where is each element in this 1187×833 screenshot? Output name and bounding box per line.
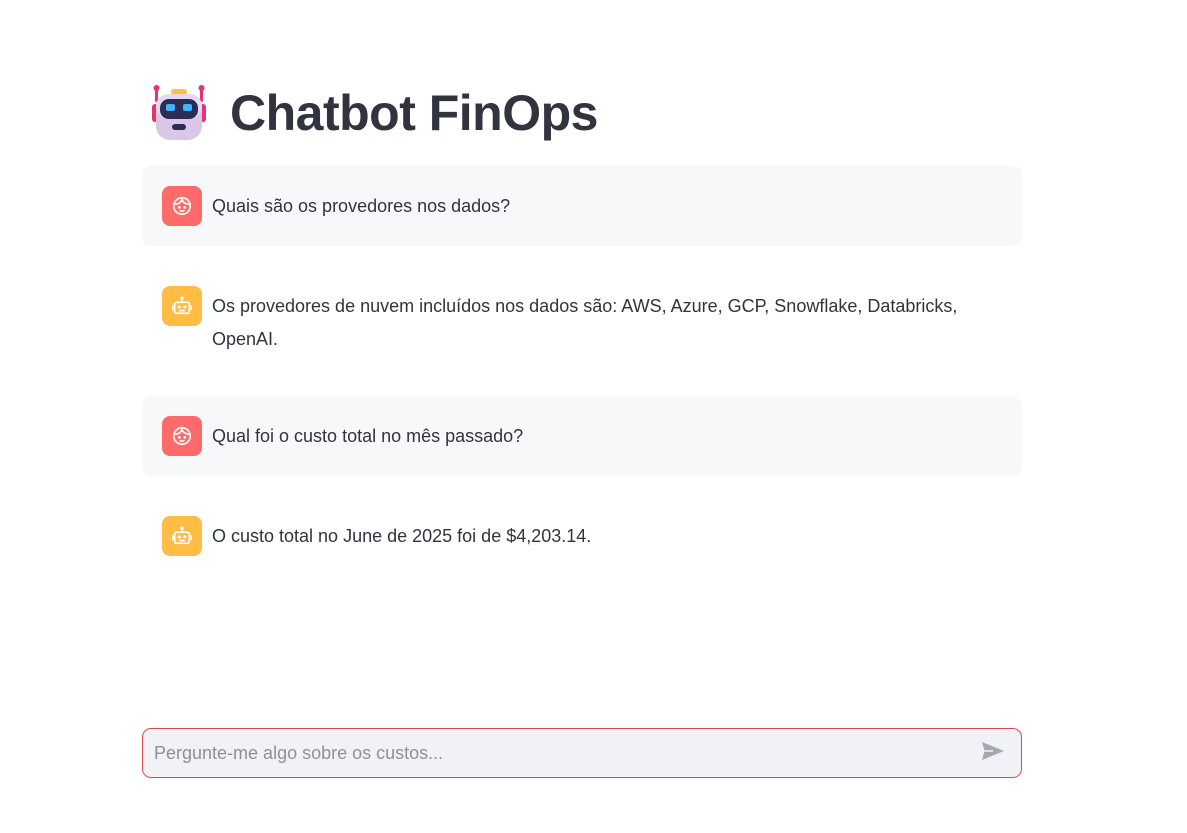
bot-face-icon: [162, 516, 202, 556]
message-text: Os provedores de nuvem incluídos nos dad…: [212, 296, 958, 349]
user-face-icon: [162, 416, 202, 456]
chat-message-user: Quais são os provedores nos dados?: [142, 166, 1022, 246]
robot-face-icon: [150, 84, 208, 142]
title-row: Chatbot FinOps: [150, 82, 598, 144]
message-text: Qual foi o custo total no mês passado?: [212, 426, 524, 446]
bot-face-icon: [162, 286, 202, 326]
chat-messages: Quais são os provedores nos dados? Os pr…: [142, 166, 1022, 596]
chat-message-assistant: Os provedores de nuvem incluídos nos dad…: [142, 246, 1022, 396]
chat-input-container: [142, 728, 1022, 778]
message-text: O custo total no June de 2025 foi de $4,…: [212, 526, 592, 546]
message-text: Quais são os provedores nos dados?: [212, 196, 511, 216]
chat-message-user: Qual foi o custo total no mês passado?: [142, 396, 1022, 476]
page-title: Chatbot FinOps: [230, 85, 598, 141]
chat-message-assistant: O custo total no June de 2025 foi de $4,…: [142, 476, 1022, 596]
user-face-icon: [162, 186, 202, 226]
send-button[interactable]: [973, 733, 1013, 773]
chat-input[interactable]: [143, 728, 973, 778]
send-icon: [981, 741, 1005, 766]
app-page: Chatbot FinOps Quais são os provedores n…: [0, 0, 1187, 833]
